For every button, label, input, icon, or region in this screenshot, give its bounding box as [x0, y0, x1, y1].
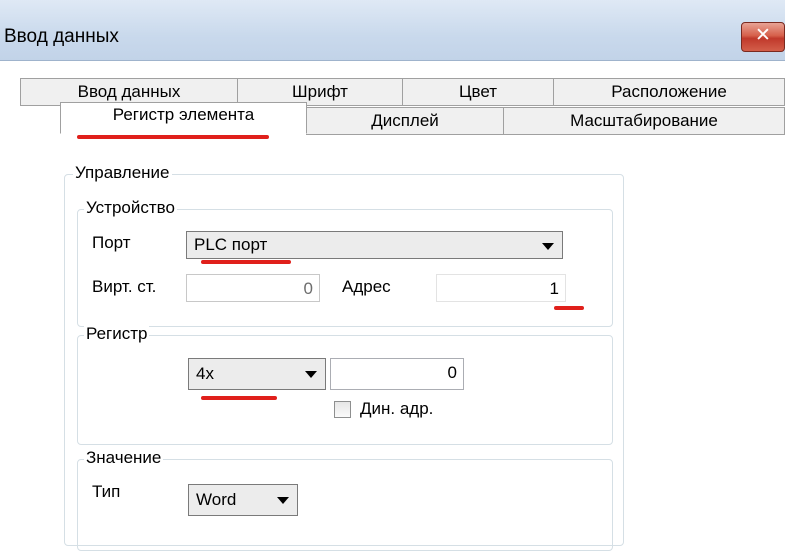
value-type-select[interactable]: Word	[188, 484, 298, 516]
highlight-mark-port	[201, 260, 291, 264]
virt-station-field[interactable]: 0	[186, 274, 320, 302]
register-group: Регистр 4x 0 Дин. адр.	[77, 324, 613, 445]
virt-station-label: Вирт. ст.	[92, 277, 157, 296]
register-number-value: 0	[447, 363, 457, 382]
highlight-mark-tab	[77, 135, 269, 139]
chevron-down-icon	[277, 497, 289, 504]
tab-color[interactable]: Цвет	[402, 78, 554, 106]
value-type-value: Word	[196, 490, 237, 509]
control-group-title: Управление	[73, 163, 172, 183]
register-type-value: 4x	[196, 364, 214, 383]
chevron-down-icon	[542, 243, 554, 250]
register-group-title: Регистр	[84, 324, 150, 344]
highlight-mark-register	[201, 396, 277, 400]
address-value: 1	[549, 279, 559, 298]
highlight-mark-address	[554, 306, 584, 310]
title-bar: Ввод данных ✕	[0, 0, 785, 61]
address-field[interactable]: 1	[436, 274, 566, 302]
tab-position[interactable]: Расположение	[553, 78, 785, 106]
port-label: Порт	[92, 233, 131, 252]
device-group-title: Устройство	[84, 198, 177, 218]
port-select[interactable]: PLC порт	[186, 231, 563, 259]
chevron-down-icon	[305, 371, 317, 378]
address-label: Адрес	[342, 277, 391, 296]
control-group: Управление Устройство Порт PLC порт Вирт…	[64, 163, 624, 551]
value-type-label: Тип	[92, 482, 121, 501]
close-icon: ✕	[755, 25, 771, 46]
dyn-addr-label: Дин. адр.	[360, 399, 434, 418]
register-type-select[interactable]: 4x	[188, 358, 326, 390]
tab-display[interactable]: Дисплей	[306, 107, 504, 135]
close-button[interactable]: ✕	[741, 22, 785, 52]
device-group: Устройство Порт PLC порт Вирт. ст. 0 Адр…	[77, 198, 613, 327]
value-group-title: Значение	[84, 448, 164, 468]
dyn-addr-checkbox[interactable]	[334, 401, 351, 418]
tab-scaling[interactable]: Масштабирование	[503, 107, 785, 135]
window-title: Ввод данных	[4, 26, 119, 47]
port-select-value: PLC порт	[194, 235, 268, 254]
virt-station-value: 0	[303, 279, 313, 298]
tab-element-register[interactable]: Регистр элемента	[60, 102, 307, 134]
register-number-field[interactable]: 0	[330, 358, 464, 390]
value-group: Значение Тип Word	[77, 448, 613, 551]
